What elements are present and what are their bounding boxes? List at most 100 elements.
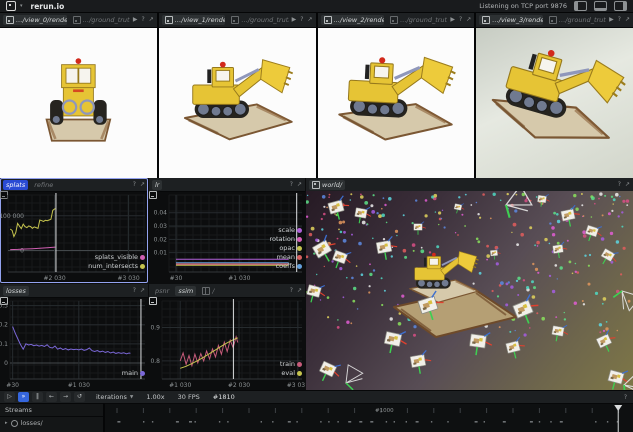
expand-icon[interactable]: ↗ xyxy=(140,182,145,188)
help-icon[interactable]: ? xyxy=(624,394,627,401)
help-icon[interactable]: ? xyxy=(459,17,462,23)
streams-timeline[interactable]: #1000 xyxy=(103,403,633,432)
legend-item-num_intersects[interactable]: num_intersects xyxy=(88,262,145,270)
disclosure-triangle-icon[interactable]: ▸ xyxy=(5,420,8,426)
toggle-left-panel-icon[interactable] xyxy=(574,1,587,11)
tab-lr[interactable]: lr xyxy=(152,180,162,190)
legend-item-train[interactable]: train xyxy=(280,360,302,368)
losses-chart[interactable]: 0.30.20.10#30#1 030main xyxy=(0,297,148,390)
help-icon[interactable]: ? xyxy=(290,182,293,188)
ssim-chart[interactable]: 0.90.8#1 030#2 030#3 030traineval xyxy=(149,297,305,390)
tab-losses[interactable]: losses xyxy=(3,286,29,296)
help-icon[interactable]: ? xyxy=(300,17,303,23)
timeline-selector[interactable]: iterations xyxy=(96,393,127,401)
legend-item-coeffs[interactable]: coeffs xyxy=(276,262,302,270)
tab-view2-render[interactable]: …/view_2/render xyxy=(321,15,385,25)
tab-slash[interactable]: / xyxy=(199,286,217,296)
help-icon[interactable]: ? xyxy=(133,182,136,188)
current-frame: #1810 xyxy=(213,393,235,401)
step-back-button[interactable]: ← xyxy=(46,392,57,402)
legend-item-scale[interactable]: scale xyxy=(278,226,302,234)
stream-row-losses[interactable]: ▸ losses/ xyxy=(0,417,103,427)
help-icon[interactable]: ? xyxy=(290,288,293,294)
expand-icon[interactable]: ↗ xyxy=(297,288,302,294)
expand-icon[interactable]: ↗ xyxy=(149,17,154,23)
camera-views-row: …/view_0/render …/ground_truth ▶? ↗ …/vie… xyxy=(0,13,633,178)
legend-item-splats_visible[interactable]: splats_visible xyxy=(95,253,145,261)
legend-item-main[interactable]: main xyxy=(122,369,145,377)
svg-text:0.1: 0.1 xyxy=(0,341,8,348)
help-icon[interactable]: ? xyxy=(142,17,145,23)
losses-panel: losses ? ↗ 0.30.20.10#30#1 030main xyxy=(0,284,148,390)
series-color-dot xyxy=(140,255,145,260)
tab-view3-ground-truth[interactable]: …/ground_truth xyxy=(546,15,606,25)
bulldozer-side-render xyxy=(159,28,316,178)
chevron-down-icon[interactable]: ▼ xyxy=(130,395,133,400)
expand-icon[interactable]: ↗ xyxy=(625,182,630,188)
play-icon[interactable]: ▶ xyxy=(609,17,614,23)
expand-icon[interactable]: ↗ xyxy=(625,17,630,23)
view-1-image[interactable] xyxy=(159,28,316,178)
tab-psnr[interactable]: psnr xyxy=(152,286,172,296)
tab-view1-ground-truth[interactable]: …/ground_truth xyxy=(228,15,288,25)
view-2-panel: …/view_2/render …/ground_truth ▶? ↗ xyxy=(318,13,475,178)
series-color-dot xyxy=(297,246,302,251)
help-icon[interactable]: ? xyxy=(133,288,136,294)
tab-world[interactable]: world/ xyxy=(309,180,345,190)
pause-button[interactable]: ‖ xyxy=(32,392,43,402)
legend-item-rotation[interactable]: rotation xyxy=(270,235,303,243)
help-icon[interactable]: ? xyxy=(618,182,621,188)
legend-item-mean[interactable]: mean xyxy=(277,253,302,261)
tcp-status: Listening on TCP port 9876 xyxy=(479,2,567,10)
legend-item-opac[interactable]: opac xyxy=(279,244,302,252)
expand-icon[interactable]: ↗ xyxy=(466,17,471,23)
rerun-logo-icon[interactable] xyxy=(6,1,16,11)
world-3d-scene[interactable] xyxy=(306,191,633,390)
loop-button[interactable]: ↺ xyxy=(74,392,85,402)
tab-view2-ground-truth[interactable]: …/ground_truth xyxy=(387,15,447,25)
tab-refine[interactable]: refine xyxy=(31,180,56,190)
view-0-image[interactable] xyxy=(0,28,157,178)
series-color-dot xyxy=(297,228,302,233)
toggle-right-panel-icon[interactable] xyxy=(614,1,627,11)
expand-icon[interactable]: ↗ xyxy=(307,17,312,23)
playback-fps[interactable]: 30 FPS xyxy=(178,393,200,401)
play-button[interactable]: ▷ xyxy=(4,392,15,402)
world-panel-titlebar: world/ ? ↗ xyxy=(306,178,633,192)
view-3-image[interactable] xyxy=(476,28,633,178)
play-icon[interactable]: ▶ xyxy=(292,17,297,23)
view-3-tabbar: …/view_3/render …/ground_truth ▶? ↗ xyxy=(476,13,633,28)
svg-text:#3 030: #3 030 xyxy=(117,275,139,282)
play-icon[interactable]: ▶ xyxy=(133,17,138,23)
svg-text:0: 0 xyxy=(20,247,24,254)
lr-chart[interactable]: 0.040.030.020.01#30#1 030scalerotationop… xyxy=(149,191,305,283)
tab-view0-render[interactable]: …/view_0/render xyxy=(3,15,67,25)
svg-text:0.8: 0.8 xyxy=(150,358,160,365)
expand-icon[interactable]: ↗ xyxy=(297,182,302,188)
tab-view1-render[interactable]: …/view_1/render xyxy=(162,15,226,25)
follow-latest-button[interactable]: » xyxy=(18,392,29,402)
ssim-legend: traineval xyxy=(280,360,302,377)
splats-chart[interactable]: 100 0000#2 030#3 030splats_visiblenum_in… xyxy=(0,191,148,283)
tab-view0-ground-truth[interactable]: …/ground_truth xyxy=(70,15,130,25)
toggle-bottom-panel-icon[interactable] xyxy=(594,1,607,11)
tab-splats[interactable]: splats xyxy=(3,180,28,190)
help-icon[interactable]: ? xyxy=(618,17,621,23)
play-icon[interactable]: ▶ xyxy=(450,17,455,23)
bulldozer-side-render xyxy=(318,28,475,178)
legend-item-eval[interactable]: eval xyxy=(281,369,302,377)
series-color-dot xyxy=(297,237,302,242)
losses-panel-titlebar: losses ? ↗ xyxy=(0,284,148,298)
svg-text:0.9: 0.9 xyxy=(150,324,160,331)
svg-text:#30: #30 xyxy=(6,382,19,389)
image-icon xyxy=(324,16,332,24)
expand-icon[interactable]: ↗ xyxy=(140,288,145,294)
tab-view3-render[interactable]: …/view_3/render xyxy=(479,15,543,25)
step-forward-button[interactable]: → xyxy=(60,392,71,402)
svg-text:0.03: 0.03 xyxy=(154,223,168,230)
playback-speed[interactable]: 1.00x xyxy=(146,393,164,401)
view-3-panel: …/view_3/render …/ground_truth ▶? ↗ xyxy=(476,13,633,178)
tab-ssim[interactable]: ssim xyxy=(175,286,196,296)
view-2-image[interactable] xyxy=(318,28,475,178)
menu-caret-icon[interactable]: ▾ xyxy=(20,4,23,9)
